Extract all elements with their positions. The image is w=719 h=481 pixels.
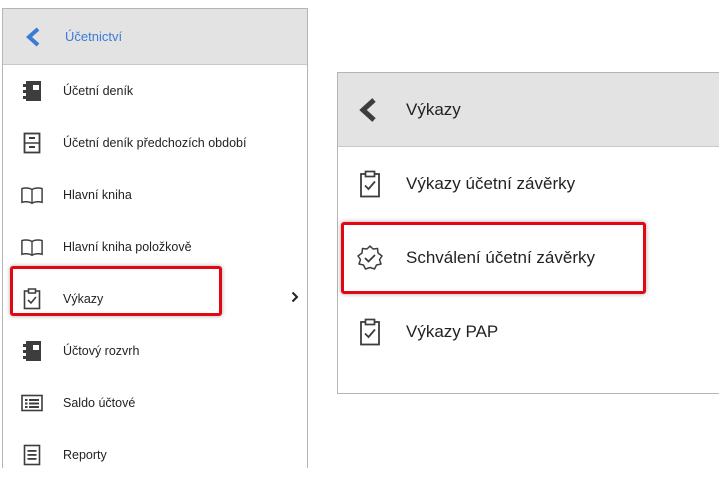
menu-item-ucetni-denik[interactable]: Účetní deník [3, 65, 307, 117]
menu-item-label: Hlavní kniha [63, 188, 132, 202]
submenu-item-label: Výkazy PAP [406, 322, 499, 341]
menu-item-hlavni-kniha-polozkove[interactable]: Hlavní kniha položkově [3, 221, 307, 273]
menu-item-hlavni-kniha[interactable]: Hlavní kniha [3, 169, 307, 221]
chevron-right-icon[interactable] [291, 290, 299, 308]
menu-item-saldo-uctove[interactable]: Saldo účtové [3, 377, 307, 429]
book-icon [21, 184, 43, 206]
submenu-item-vykazy-ucetni-zaverky[interactable]: Výkazy účetní závěrky [338, 147, 719, 221]
reports-submenu-panel: Výkazy Výkazy účetní závěrky Schválení ú… [337, 72, 719, 394]
journal-icon [21, 80, 43, 102]
submenu-title: Výkazy [406, 99, 461, 119]
menu-item-label: Reporty [63, 448, 107, 462]
menu-item-label: Účtový rozvrh [63, 344, 140, 358]
menu-item-label: Výkazy [63, 292, 104, 306]
list-icon [21, 392, 43, 414]
menu-item-label: Saldo účtové [63, 396, 136, 410]
accounting-menu-panel: Účetnictví Účetní deník Účetní deník pře… [2, 8, 308, 468]
clipboard-check-icon [356, 317, 384, 347]
menu-item-ucetni-denik-predchozich[interactable]: Účetní deník předchozích období [3, 117, 307, 169]
menu-item-uctovy-rozvrh[interactable]: Účtový rozvrh [3, 325, 307, 377]
submenu-item-label: Schválení účetní závěrky [406, 248, 595, 267]
menu-item-label: Účetní deník předchozích období [63, 136, 247, 150]
book-icon [21, 236, 43, 258]
submenu-item-label: Výkazy účetní závěrky [406, 174, 576, 193]
menu-header[interactable]: Účetnictví [3, 9, 307, 65]
menu-item-label: Účetní deník [63, 84, 134, 98]
menu-title: Účetnictví [65, 29, 123, 44]
back-arrow-icon[interactable] [25, 27, 45, 47]
back-arrow-icon[interactable] [358, 97, 386, 123]
journal-icon [21, 340, 43, 362]
menu-item-label: Hlavní kniha položkově [63, 240, 192, 254]
menu-item-vykazy[interactable]: Výkazy [3, 273, 307, 325]
submenu-item-vykazy-pap[interactable]: Výkazy PAP [338, 295, 719, 369]
submenu-header[interactable]: Výkazy [338, 73, 719, 147]
report-icon [21, 444, 43, 466]
cabinet-icon [21, 132, 43, 154]
badge-check-icon [356, 243, 384, 273]
submenu-item-schvaleni-ucetni-zaverky[interactable]: Schválení účetní závěrky [338, 221, 719, 295]
clipboard-check-icon [356, 169, 384, 199]
menu-item-reporty[interactable]: Reporty [3, 429, 307, 481]
clipboard-check-icon [21, 288, 43, 310]
